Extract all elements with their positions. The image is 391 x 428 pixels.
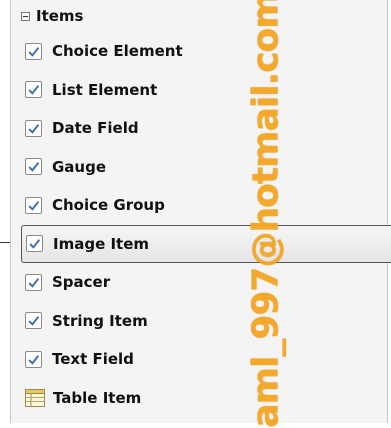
palette-item-label: Choice Group [52, 196, 165, 215]
table-icon [25, 388, 45, 407]
checkbox-icon [25, 42, 42, 60]
palette-item-label: List Element [52, 80, 158, 99]
palette-item-list-element[interactable]: List Element [25, 71, 385, 110]
palette-item-text-field[interactable]: Text Field [25, 340, 385, 379]
category-title: Items [36, 7, 84, 25]
palette-item-label: Table Item [53, 388, 142, 407]
palette-item-date-field[interactable]: Date Field [25, 109, 385, 148]
minus-toggle-icon[interactable] [21, 11, 30, 21]
palette-item-string-item[interactable]: String Item [25, 302, 385, 341]
palette-item-choice-group[interactable]: Choice Group [25, 186, 385, 225]
checkbox-icon [25, 158, 42, 176]
palette-item-label: Image Item [53, 234, 150, 253]
items-palette-panel: Items Choice Element List Element Date F… [10, 0, 391, 423]
checkbox-icon [25, 350, 42, 368]
items-list: Choice Element List Element Date Field G… [21, 32, 391, 418]
checkbox-icon [25, 312, 42, 330]
palette-item-label: Text Field [52, 350, 134, 369]
checkbox-icon [25, 196, 42, 214]
palette-item-table-item[interactable]: Table Item [25, 379, 385, 418]
items-category-header[interactable]: Items [21, 0, 381, 32]
palette-item-label: String Item [52, 311, 148, 330]
palette-item-image-item[interactable]: Image Item [21, 224, 391, 263]
palette-item-label: Gauge [52, 157, 107, 176]
checkbox-icon [26, 235, 43, 253]
palette-item-label: Date Field [52, 119, 139, 138]
palette-item-label: Spacer [52, 273, 111, 292]
palette-item-spacer[interactable]: Spacer [25, 263, 385, 302]
palette-item-gauge[interactable]: Gauge [25, 148, 385, 187]
palette-item-label: Choice Element [52, 42, 183, 61]
checkbox-icon [25, 119, 42, 137]
palette-item-choice-element[interactable]: Choice Element [25, 32, 385, 71]
checkbox-icon [25, 81, 42, 99]
checkbox-icon [25, 273, 42, 291]
